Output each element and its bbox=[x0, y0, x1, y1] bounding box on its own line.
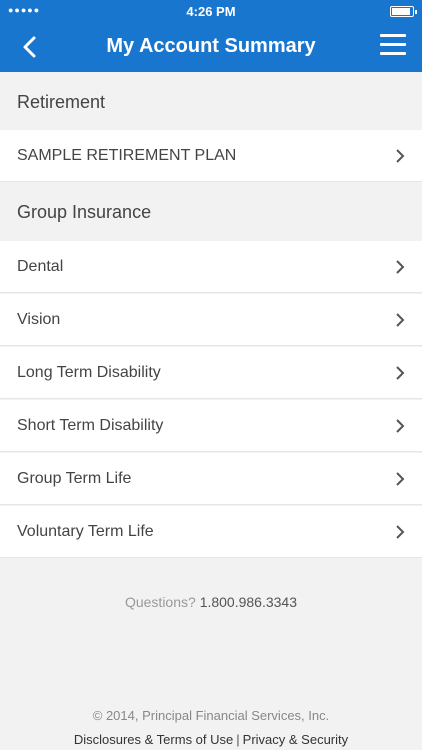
page-title: My Account Summary bbox=[106, 35, 316, 57]
hamburger-icon-line bbox=[380, 43, 406, 46]
list-item-vision[interactable]: Vision bbox=[0, 294, 422, 346]
status-bar: ●●●●● 4:26 PM bbox=[0, 0, 422, 22]
list-item-label: Short Term Disability bbox=[17, 416, 164, 434]
hamburger-icon-line bbox=[380, 34, 406, 37]
list-item-label: SAMPLE RETIREMENT PLAN bbox=[17, 146, 237, 164]
list-item-retirement-plan[interactable]: SAMPLE RETIREMENT PLAN bbox=[0, 130, 422, 182]
chevron-right-icon bbox=[396, 366, 405, 380]
copyright-text: © 2014, Principal Financial Services, In… bbox=[92, 708, 330, 723]
disclosures-terms-link[interactable]: Disclosures & Terms of Use bbox=[74, 732, 233, 747]
questions-line: Questions? 1.800.986.3343 bbox=[0, 594, 422, 610]
battery-icon bbox=[390, 6, 417, 17]
phone-number-link[interactable]: 1.800.986.3343 bbox=[200, 594, 297, 610]
chevron-right-icon bbox=[396, 149, 405, 163]
list-item-label: Group Term Life bbox=[17, 469, 132, 487]
list-item-label: Vision bbox=[17, 310, 61, 328]
section-header-group-insurance: Group Insurance bbox=[17, 201, 152, 222]
privacy-security-link[interactable]: Privacy & Security bbox=[243, 732, 348, 747]
list-item-long-term-disability[interactable]: Long Term Disability bbox=[0, 347, 422, 399]
menu-button[interactable] bbox=[380, 34, 406, 58]
chevron-right-icon bbox=[396, 260, 405, 274]
hamburger-icon-line bbox=[380, 52, 406, 55]
list-item-group-term-life[interactable]: Group Term Life bbox=[0, 453, 422, 505]
list-item-label: Voluntary Term Life bbox=[17, 522, 154, 540]
list-item-short-term-disability[interactable]: Short Term Disability bbox=[0, 400, 422, 452]
chevron-right-icon bbox=[396, 419, 405, 433]
link-separator: | bbox=[236, 732, 240, 747]
list-item-voluntary-term-life[interactable]: Voluntary Term Life bbox=[0, 506, 422, 558]
list-item-label: Long Term Disability bbox=[17, 363, 161, 381]
list-item-dental[interactable]: Dental bbox=[0, 241, 422, 293]
questions-label: Questions? bbox=[124, 594, 196, 610]
status-time: 4:26 PM bbox=[186, 4, 236, 19]
chevron-right-icon bbox=[396, 472, 405, 486]
section-header-retirement: Retirement bbox=[17, 91, 106, 112]
chevron-right-icon bbox=[396, 313, 405, 327]
navigation-bar: My Account Summary bbox=[0, 22, 422, 72]
chevron-right-icon bbox=[396, 525, 405, 539]
legal-links: Disclosures & Terms of Use | Privacy & Sec… bbox=[0, 732, 422, 747]
list-item-label: Dental bbox=[17, 257, 64, 275]
